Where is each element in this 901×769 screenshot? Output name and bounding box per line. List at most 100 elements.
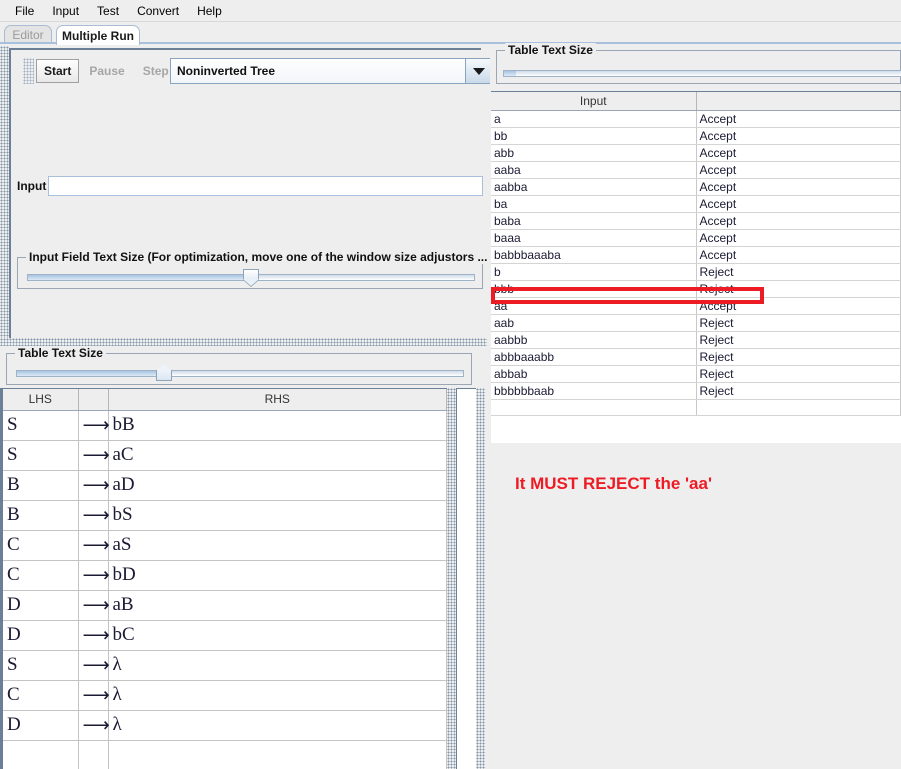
table-row[interactable]: bbb Reject — [491, 280, 901, 298]
table-row[interactable]: B ⟶ aD — [3, 470, 447, 501]
table-row[interactable]: aaba Accept — [491, 161, 901, 179]
results-cell-input[interactable]: abbab — [491, 365, 697, 383]
table-row[interactable]: abbbaaabb Reject — [491, 348, 901, 366]
table-row[interactable]: ba Accept — [491, 195, 901, 213]
grammar-cell-rhs[interactable]: aS — [108, 530, 447, 561]
results-cell-input[interactable]: aabbb — [491, 331, 697, 349]
input-field-text-size-slider[interactable] — [27, 267, 475, 287]
table-row[interactable]: baaa Accept — [491, 229, 901, 247]
grammar-cell-lhs[interactable]: C — [3, 560, 79, 591]
table-row[interactable]: B ⟶ bS — [3, 500, 447, 531]
table-text-size-slider-right[interactable] — [503, 63, 901, 81]
combobox-dropdown-button[interactable] — [465, 59, 491, 83]
grammar-column-header-rhs[interactable]: RHS — [108, 389, 447, 411]
results-cell-result[interactable]: Accept — [696, 246, 901, 264]
view-mode-combobox[interactable]: Noninverted Tree — [170, 58, 492, 84]
table-row[interactable]: S ⟶ λ — [3, 650, 447, 681]
results-cell-input[interactable]: bbb — [491, 280, 697, 298]
table-row[interactable] — [491, 399, 901, 416]
grammar-cell-lhs[interactable]: D — [3, 620, 79, 651]
input-field[interactable] — [48, 176, 483, 196]
results-cell-input[interactable]: babbbaaaba — [491, 246, 697, 264]
results-cell-input[interactable]: aab — [491, 314, 697, 332]
table-row[interactable]: C ⟶ bD — [3, 560, 447, 591]
slider-thumb[interactable] — [243, 269, 259, 286]
table-row[interactable]: bbbbbbaab Reject — [491, 382, 901, 400]
grammar-cell-lhs[interactable]: C — [3, 530, 79, 561]
menu-item-help[interactable]: Help — [188, 2, 231, 20]
horizontal-split-divider[interactable] — [0, 338, 487, 346]
table-row[interactable]: a Accept — [491, 110, 901, 128]
menu-item-file[interactable]: File — [6, 2, 43, 20]
results-cell-result[interactable]: Accept — [696, 229, 901, 247]
grammar-cell-lhs[interactable]: B — [3, 470, 79, 501]
results-cell-result[interactable]: Reject — [696, 263, 901, 281]
results-cell-input[interactable]: abb — [491, 144, 697, 162]
table-row[interactable]: abbab Reject — [491, 365, 901, 383]
left-right-split-divider[interactable] — [476, 388, 485, 769]
tab-multiple-run[interactable]: Multiple Run — [56, 25, 140, 45]
grammar-cell-rhs[interactable]: bD — [108, 560, 447, 591]
results-cell-input[interactable]: baaa — [491, 229, 697, 247]
results-cell-result[interactable]: Reject — [696, 382, 901, 400]
grammar-cell-rhs[interactable]: λ — [108, 710, 447, 741]
results-cell-result[interactable]: Reject — [696, 331, 901, 349]
grammar-cell-rhs[interactable]: aB — [108, 590, 447, 621]
grammar-cell-lhs[interactable]: S — [3, 440, 79, 471]
table-row[interactable]: C ⟶ aS — [3, 530, 447, 561]
results-cell-result[interactable]: Accept — [696, 127, 901, 145]
tab-editor[interactable]: Editor — [4, 25, 52, 44]
grammar-cell-rhs[interactable]: aC — [108, 440, 447, 471]
grammar-cell-lhs[interactable]: C — [3, 680, 79, 711]
menu-item-test[interactable]: Test — [88, 2, 128, 20]
grammar-column-header-lhs[interactable]: LHS — [3, 389, 79, 411]
results-cell-result[interactable] — [696, 399, 901, 416]
table-row[interactable]: D ⟶ bC — [3, 620, 447, 651]
grammar-cell-lhs[interactable]: B — [3, 500, 79, 531]
results-cell-result[interactable]: Accept — [696, 195, 901, 213]
grammar-table-container[interactable]: LHS RHS S ⟶ bB S ⟶ aC B ⟶ aD B ⟶ bS C ⟶ aS C ⟶ bD D ⟶ aB D ⟶ bC… — [0, 388, 447, 769]
grammar-cell-rhs[interactable]: λ — [108, 680, 447, 711]
table-row[interactable]: baba Accept — [491, 212, 901, 230]
results-cell-result[interactable]: Accept — [696, 178, 901, 196]
table-row[interactable]: D ⟶ aB — [3, 590, 447, 621]
grammar-cell-rhs[interactable]: λ — [108, 650, 447, 681]
results-cell-input[interactable]: b — [491, 263, 697, 281]
results-cell-input[interactable]: bbbbbbaab — [491, 382, 697, 400]
results-cell-input[interactable]: baba — [491, 212, 697, 230]
grammar-cell-rhs[interactable]: bS — [108, 500, 447, 531]
grammar-pane-divider[interactable] — [447, 388, 456, 769]
results-cell-input[interactable]: ba — [491, 195, 697, 213]
grammar-scroll-column[interactable] — [456, 388, 476, 769]
menu-item-convert[interactable]: Convert — [128, 2, 188, 20]
results-cell-result[interactable]: Accept — [696, 212, 901, 230]
results-table-container[interactable]: Input a Accept bb Accept abb Accept aaba Accept… — [491, 91, 901, 443]
results-cell-input[interactable] — [491, 399, 697, 416]
results-cell-result[interactable]: Accept — [696, 110, 901, 128]
slider-thumb[interactable] — [155, 364, 172, 381]
grammar-cell-rhs[interactable]: aD — [108, 470, 447, 501]
results-cell-input[interactable]: aabba — [491, 178, 697, 196]
grammar-cell-lhs[interactable]: D — [3, 590, 79, 621]
results-column-header-result[interactable] — [696, 92, 901, 111]
results-cell-result[interactable]: Accept — [696, 144, 901, 162]
table-row[interactable]: bb Accept — [491, 127, 901, 145]
table-text-size-slider-left[interactable] — [16, 363, 464, 383]
table-row[interactable]: S ⟶ bB — [3, 410, 447, 441]
results-column-header-input[interactable]: Input — [491, 92, 697, 111]
table-row[interactable]: aa Accept — [491, 297, 901, 315]
grammar-cell-lhs[interactable]: D — [3, 710, 79, 741]
results-cell-result[interactable]: Reject — [696, 365, 901, 383]
grammar-cell-lhs[interactable]: S — [3, 650, 79, 681]
table-row[interactable]: aabbb Reject — [491, 331, 901, 349]
table-row[interactable]: abb Accept — [491, 144, 901, 162]
toolbar-drag-handle-icon[interactable] — [23, 58, 34, 84]
table-row[interactable]: D ⟶ λ — [3, 710, 447, 741]
results-cell-result[interactable]: Reject — [696, 280, 901, 298]
table-row[interactable] — [3, 740, 447, 769]
table-row[interactable]: b Reject — [491, 263, 901, 281]
grammar-column-header-arrow[interactable] — [78, 389, 109, 411]
left-edge-drag-grip[interactable] — [0, 46, 9, 338]
results-cell-input[interactable]: aaba — [491, 161, 697, 179]
menu-item-input[interactable]: Input — [43, 2, 88, 20]
